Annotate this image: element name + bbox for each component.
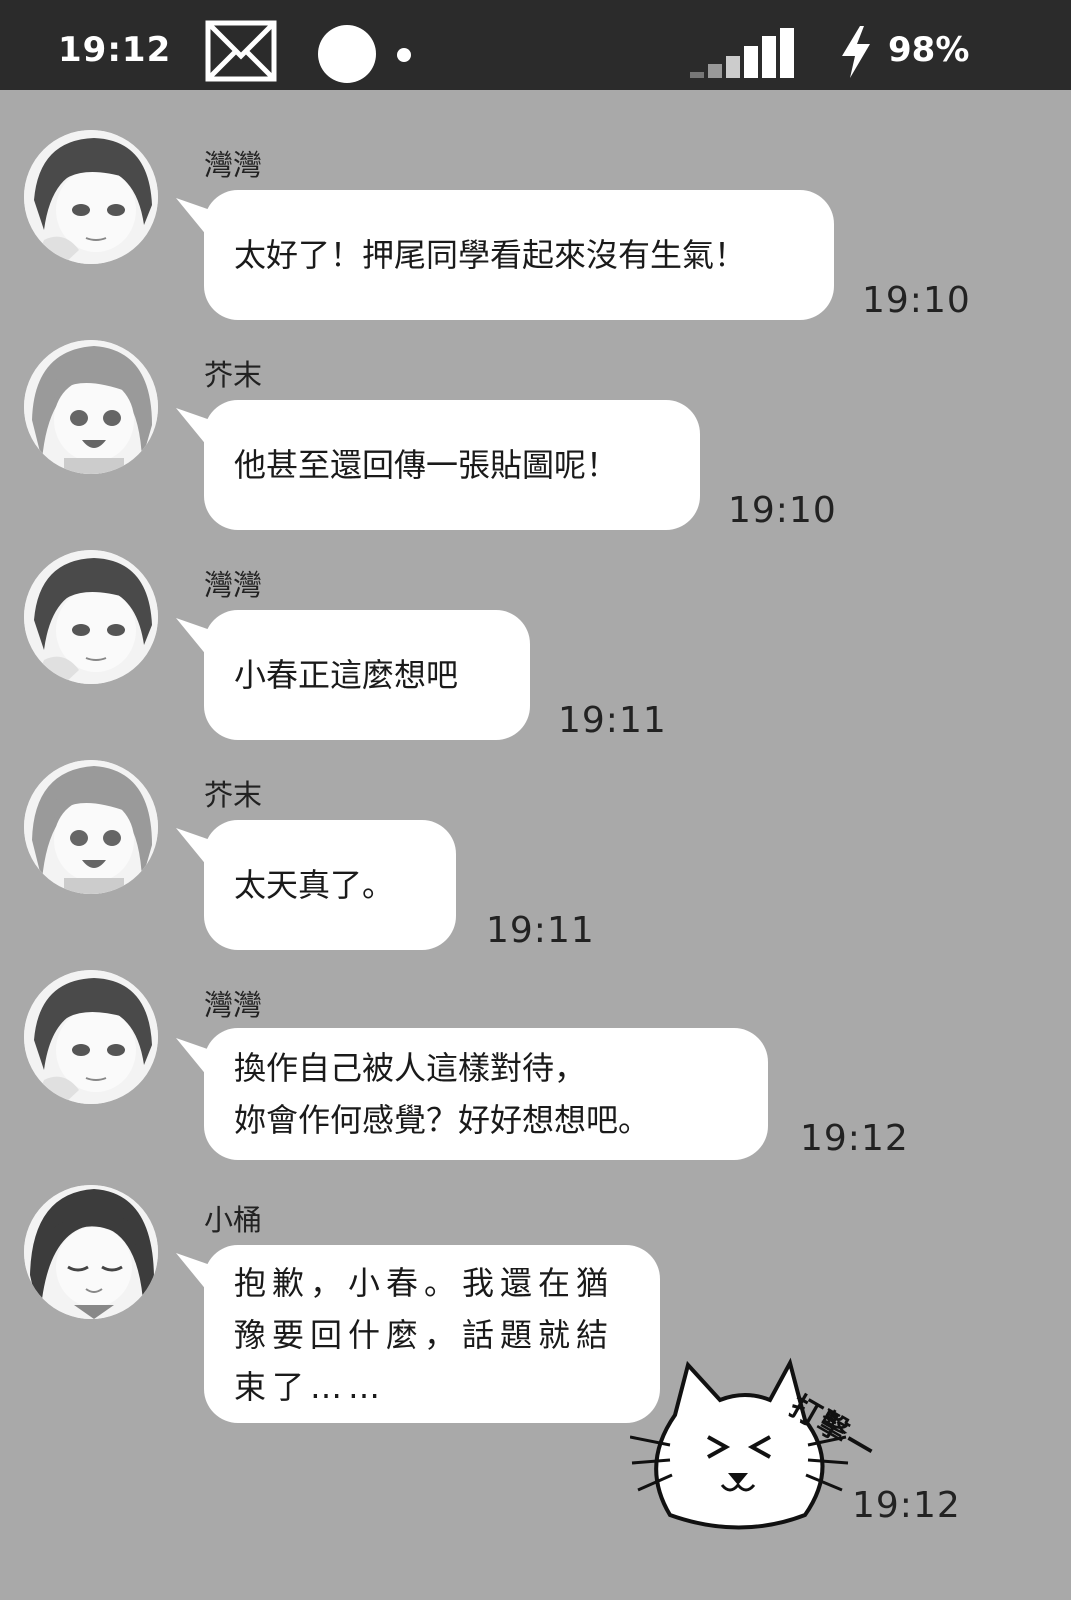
message-time: 19:11 [486,910,595,951]
message-bubble[interactable]: 小春正這麼想吧 [204,610,530,740]
message-bubble[interactable]: 換作自己被人這樣對待， 妳會作何感覺？好好想想吧。 [204,1028,768,1160]
avatar[interactable] [24,340,158,474]
dot-icon [397,48,411,62]
avatar[interactable] [24,1185,158,1319]
message-time: 19:10 [728,490,837,531]
girl-short-hair-avatar [24,550,158,684]
sender-name: 灣灣 [204,148,263,182]
avatar[interactable] [24,760,158,894]
girl-smiling-avatar [24,760,158,894]
avatar[interactable] [24,970,158,1104]
message-time: 19:10 [862,280,971,321]
girl-short-hair-avatar [24,130,158,264]
girl-smiling-avatar [24,340,158,474]
message-bubble[interactable]: 太好了！押尾同學看起來沒有生氣！ [204,190,834,320]
sender-name: 芥末 [204,358,263,392]
status-time: 19:12 [58,30,172,70]
charging-bolt-icon [842,26,870,78]
signal-icon [690,28,794,78]
message-bubble[interactable]: 他甚至還回傳一張貼圖呢！ [204,400,700,530]
message-bubble[interactable]: 抱歉，小春。我還在猶 豫要回什麼，話題就結 束了…… [204,1245,660,1423]
mail-icon [205,20,277,82]
sender-name: 小桶 [204,1203,263,1237]
sender-name: 灣灣 [204,568,263,602]
status-bar: 19:12 98% [0,0,1071,90]
avatar[interactable] [24,130,158,264]
sticker-time: 19:12 [852,1485,961,1526]
sender-name: 灣灣 [204,988,263,1022]
avatar[interactable] [24,550,158,684]
girl-short-hair-avatar [24,970,158,1104]
message-time: 19:11 [558,700,667,741]
girl-eyes-closed-avatar [24,1185,158,1319]
circle-icon [318,25,376,83]
message-bubble[interactable]: 太天真了。 [204,820,456,950]
message-time: 19:12 [800,1118,909,1159]
battery-percent: 98% [888,30,970,70]
sender-name: 芥末 [204,778,263,812]
